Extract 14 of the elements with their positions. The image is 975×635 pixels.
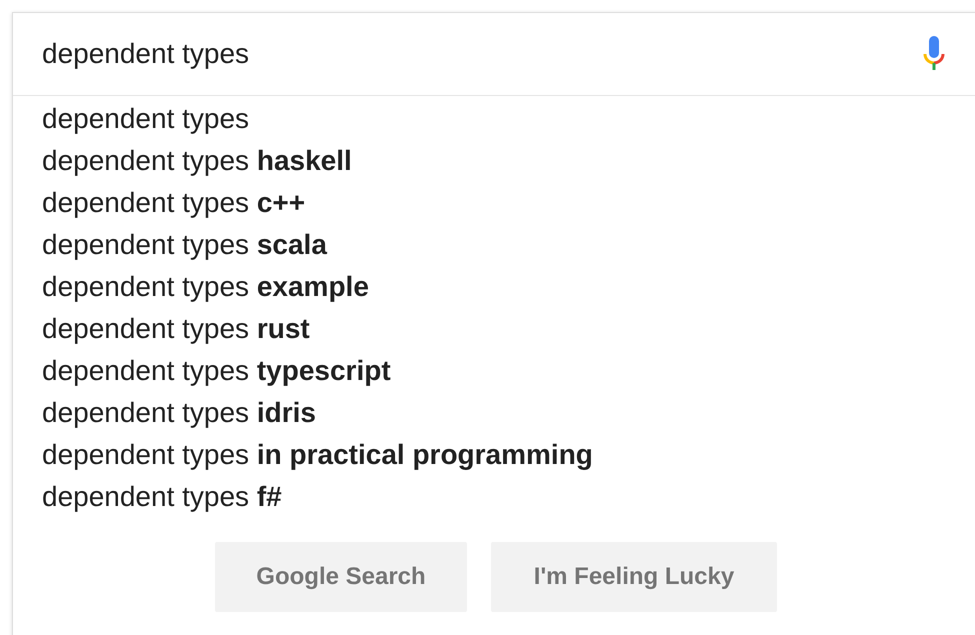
suggestion-item[interactable]: dependent types haskell	[42, 140, 352, 182]
search-field[interactable]: dependent types	[42, 34, 882, 74]
search-button[interactable]: I'm Feeling Lucky	[491, 542, 777, 612]
suggestion-item[interactable]: dependent types typescript	[42, 350, 391, 392]
microphone-icon[interactable]	[922, 36, 946, 72]
suggestion-item[interactable]: dependent types	[42, 98, 250, 140]
suggestion-item[interactable]: dependent types example	[42, 266, 369, 308]
suggestion-item[interactable]: dependent types f#	[42, 476, 282, 518]
suggestion-item[interactable]: dependent types idris	[42, 392, 316, 434]
suggestion-item[interactable]: dependent types rust	[42, 308, 310, 350]
suggestion-item[interactable]: dependent types scala	[42, 224, 327, 266]
search-button[interactable]: Google Search	[215, 542, 467, 612]
suggestion-item[interactable]: dependent types c++	[42, 182, 306, 224]
suggestion-item[interactable]: dependent types in practical programming	[42, 434, 593, 476]
